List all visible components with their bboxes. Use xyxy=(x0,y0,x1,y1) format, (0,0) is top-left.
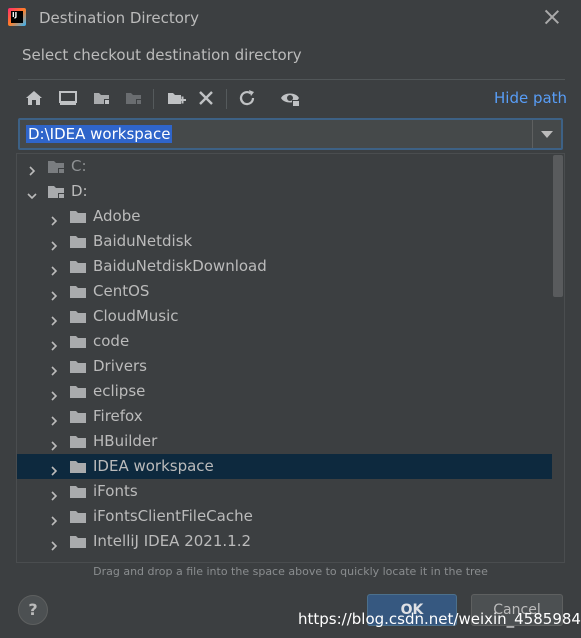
tree-row-label: eclipse xyxy=(93,382,146,400)
toolbar-separator xyxy=(226,89,227,109)
folder-icon xyxy=(69,509,87,524)
chevron-down-icon[interactable] xyxy=(27,186,37,200)
folder-icon xyxy=(69,334,87,349)
drive-folder-icon xyxy=(47,159,65,174)
tree-row[interactable]: Adobe xyxy=(17,204,552,229)
tree-row-label: code xyxy=(93,332,130,350)
hide-path-link[interactable]: Hide path xyxy=(494,89,567,107)
tree-row-label: CloudMusic xyxy=(93,307,179,325)
folder-icon xyxy=(69,384,87,399)
tree-row[interactable]: CentOS xyxy=(17,279,552,304)
tree-row[interactable]: BaiduNetdiskDownload xyxy=(17,254,552,279)
tree-row-label: Drivers xyxy=(93,357,147,375)
title-bar: IJ Destination Directory xyxy=(0,0,581,36)
tree-scrollbar[interactable] xyxy=(553,154,563,562)
tree-row[interactable]: Drivers xyxy=(17,354,552,379)
drag-drop-hint: Drag and drop a file into the space abov… xyxy=(93,565,488,578)
toolbar-separator xyxy=(153,89,154,109)
folder-icon xyxy=(69,359,87,374)
tree-row-label: Firefox xyxy=(93,407,143,425)
chevron-right-icon[interactable] xyxy=(49,361,59,376)
folder-icon xyxy=(69,484,87,499)
chevron-right-icon[interactable] xyxy=(49,511,59,526)
tree-row[interactable]: CloudMusic xyxy=(17,304,552,329)
scrollbar-thumb[interactable] xyxy=(553,155,563,297)
intellij-app-icon: IJ xyxy=(8,8,26,26)
tree-row[interactable]: BaiduNetdisk xyxy=(17,229,552,254)
tree-row-label: Adobe xyxy=(93,207,141,225)
path-input[interactable]: D:\IDEA workspace xyxy=(26,125,173,143)
chevron-right-icon[interactable] xyxy=(49,336,59,351)
dialog-title: Destination Directory xyxy=(39,9,199,27)
watermark-text: https://blog.csdn.net/weixin_45859844 xyxy=(298,610,581,628)
tree-row-label: D: xyxy=(71,182,88,200)
tree-row-selected[interactable]: IDEA workspace xyxy=(17,454,552,479)
file-chooser-toolbar xyxy=(22,86,312,112)
path-combobox[interactable]: D:\IDEA workspace xyxy=(18,118,563,150)
help-button[interactable]: ? xyxy=(18,595,48,625)
tree-row[interactable]: iFonts xyxy=(17,479,552,504)
folder-icon xyxy=(69,209,87,224)
directory-tree[interactable]: C: D: Adobe BaiduNetdisk BaiduNetdiskDownloa… xyxy=(16,153,565,563)
tree-row-label: C: xyxy=(71,157,87,175)
module-folder-icon[interactable] xyxy=(122,86,146,110)
folder-icon xyxy=(69,259,87,274)
folder-icon xyxy=(69,234,87,249)
chevron-right-icon[interactable] xyxy=(49,286,59,301)
desktop-icon[interactable] xyxy=(56,86,80,110)
chevron-right-icon[interactable] xyxy=(49,411,59,426)
folder-icon xyxy=(69,309,87,324)
chevron-right-icon[interactable] xyxy=(49,386,59,401)
delete-icon[interactable] xyxy=(194,86,218,110)
chevron-right-icon[interactable] xyxy=(49,236,59,251)
project-folder-icon[interactable] xyxy=(90,86,114,110)
folder-icon xyxy=(69,534,87,549)
chevron-right-icon[interactable] xyxy=(49,461,59,476)
drive-folder-icon xyxy=(47,184,65,199)
tree-row-label: IDEA workspace xyxy=(93,457,214,475)
tree-row[interactable]: eclipse xyxy=(17,379,552,404)
chevron-right-icon[interactable] xyxy=(49,211,59,226)
folder-icon xyxy=(69,459,87,474)
show-hidden-icon[interactable] xyxy=(278,86,302,110)
dialog-subtitle: Select checkout destination directory xyxy=(22,46,302,64)
tree-row-label: BaiduNetdiskDownload xyxy=(93,257,267,275)
tree-row-label: CentOS xyxy=(93,282,150,300)
chevron-right-icon[interactable] xyxy=(49,436,59,451)
tree-row-label: HBuilder xyxy=(93,432,158,450)
tree-row[interactable]: C: xyxy=(17,154,552,179)
divider xyxy=(18,79,565,80)
tree-row[interactable]: IntelliJ IDEA 2021.1.2 xyxy=(17,529,552,554)
folder-icon xyxy=(69,409,87,424)
folder-icon xyxy=(69,434,87,449)
tree-row-label: BaiduNetdisk xyxy=(93,232,193,250)
chevron-right-icon[interactable] xyxy=(49,486,59,501)
chevron-down-icon[interactable] xyxy=(532,120,561,148)
chevron-right-icon[interactable] xyxy=(49,311,59,326)
tree-row-label: iFonts xyxy=(93,482,138,500)
new-folder-icon[interactable] xyxy=(164,86,188,110)
chevron-right-icon[interactable] xyxy=(49,261,59,276)
tree-row[interactable]: code xyxy=(17,329,552,354)
chevron-right-icon[interactable] xyxy=(49,536,59,551)
tree-row[interactable]: Firefox xyxy=(17,404,552,429)
close-icon[interactable] xyxy=(542,7,562,27)
tree-row-label: IntelliJ IDEA 2021.1.2 xyxy=(93,532,252,550)
tree-row[interactable]: iFontsClientFileCache xyxy=(17,504,552,529)
tree-row[interactable]: D: xyxy=(17,179,552,204)
home-icon[interactable] xyxy=(22,86,46,110)
refresh-icon[interactable] xyxy=(235,86,259,110)
tree-row-label: iFontsClientFileCache xyxy=(93,507,253,525)
chevron-right-icon[interactable] xyxy=(27,161,37,176)
tree-row[interactable]: HBuilder xyxy=(17,429,552,454)
folder-icon xyxy=(69,284,87,299)
